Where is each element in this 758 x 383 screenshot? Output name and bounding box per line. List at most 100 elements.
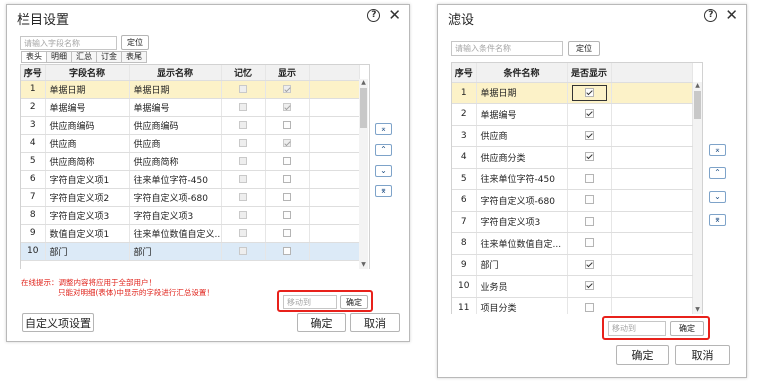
show-checkbox[interactable] bbox=[584, 152, 594, 162]
memory-checkbox[interactable] bbox=[239, 84, 247, 93]
scroll-down-icon[interactable]: ▼ bbox=[693, 306, 702, 314]
ok-button[interactable]: 确定 bbox=[616, 345, 669, 365]
move-top-button[interactable]: ⌅ bbox=[709, 144, 726, 156]
show-checkbox[interactable] bbox=[584, 109, 594, 119]
table-row[interactable]: 6 字符自定义项-680 bbox=[452, 189, 693, 212]
memory-checkbox[interactable] bbox=[239, 138, 247, 147]
show-checkbox[interactable] bbox=[584, 238, 594, 248]
show-checkbox[interactable] bbox=[584, 281, 594, 291]
locate-button[interactable]: 定位 bbox=[121, 35, 149, 50]
tab-header[interactable]: 表头 bbox=[21, 51, 47, 63]
field-search-input[interactable] bbox=[20, 36, 117, 50]
table-row[interactable]: 5 供应商简称 供应商简称 bbox=[21, 152, 360, 171]
locate-button[interactable]: 定位 bbox=[568, 41, 600, 56]
cancel-button[interactable]: 取消 bbox=[675, 345, 730, 365]
show-checkbox[interactable] bbox=[283, 84, 291, 93]
table-row[interactable]: 11 项目分类 bbox=[452, 297, 693, 314]
show-checkbox[interactable] bbox=[584, 87, 594, 97]
help-icon[interactable]: ? bbox=[367, 8, 381, 22]
memory-checkbox[interactable] bbox=[239, 174, 247, 183]
table-row[interactable]: 7 字符自定义项2 字符自定义项-680 bbox=[21, 188, 360, 207]
table-row[interactable]: 5 往来单位字符-450 bbox=[452, 168, 693, 190]
display-name-cell[interactable]: 往来单位字符-450 bbox=[129, 170, 222, 189]
display-name-cell[interactable]: 供应商编码 bbox=[129, 116, 222, 135]
move-confirm-button[interactable]: 确定 bbox=[670, 321, 704, 336]
table-row[interactable]: 1 单据日期 bbox=[452, 82, 693, 104]
move-down-button[interactable]: ⌄ bbox=[375, 165, 392, 177]
field-table-scrollbar[interactable]: ▲ ▼ bbox=[359, 79, 368, 269]
move-bottom-button[interactable]: ⌆ bbox=[375, 185, 392, 197]
show-checkbox[interactable] bbox=[283, 156, 291, 165]
display-name-cell[interactable]: 部门 bbox=[129, 242, 222, 261]
table-row[interactable]: 7 字符自定义项3 bbox=[452, 211, 693, 233]
tab-detail[interactable]: 明细 bbox=[46, 51, 72, 63]
scroll-thumb[interactable] bbox=[694, 91, 701, 119]
table-row[interactable]: 2 单据编号 单据编号 bbox=[21, 98, 360, 117]
move-to-input[interactable] bbox=[608, 321, 666, 336]
show-checkbox[interactable] bbox=[283, 192, 291, 201]
memory-checkbox[interactable] bbox=[239, 192, 247, 201]
tab-summary[interactable]: 汇总 bbox=[71, 51, 97, 63]
display-name-cell[interactable]: 字符自定义项-680 bbox=[129, 188, 222, 207]
memory-checkbox[interactable] bbox=[239, 120, 247, 129]
memory-checkbox[interactable] bbox=[239, 210, 247, 219]
table-row[interactable]: 6 字符自定义项1 往来单位字符-450 bbox=[21, 170, 360, 189]
close-icon[interactable]: ✕ bbox=[725, 8, 738, 23]
table-row[interactable]: 3 供应商 bbox=[452, 125, 693, 147]
scroll-up-icon[interactable]: ▲ bbox=[693, 82, 702, 90]
display-name-cell[interactable]: 字符自定义项3 bbox=[129, 206, 222, 225]
table-row[interactable]: 4 供应商分类 bbox=[452, 146, 693, 169]
display-name-cell[interactable]: 供应商简称 bbox=[129, 152, 222, 171]
memory-checkbox[interactable] bbox=[239, 102, 247, 111]
custom-item-settings-button[interactable]: 自定义项设置 bbox=[22, 313, 94, 332]
condition-search-input[interactable] bbox=[451, 41, 563, 56]
show-checkbox[interactable] bbox=[584, 259, 594, 269]
table-row[interactable]: 2 单据编号 bbox=[452, 103, 693, 126]
scroll-thumb[interactable] bbox=[360, 88, 367, 128]
show-checkbox[interactable] bbox=[283, 102, 291, 111]
show-checkbox[interactable] bbox=[283, 174, 291, 183]
table-row[interactable]: 1 单据日期 单据日期 bbox=[21, 80, 360, 99]
show-checkbox[interactable] bbox=[283, 120, 291, 129]
show-checkbox[interactable] bbox=[283, 246, 291, 255]
move-down-button[interactable]: ⌄ bbox=[709, 191, 726, 203]
move-up-button[interactable]: ⌃ bbox=[709, 167, 726, 179]
table-row[interactable]: 4 供应商 供应商 bbox=[21, 134, 360, 153]
condition-table-scrollbar[interactable]: ▲ ▼ bbox=[693, 82, 702, 314]
display-name-cell[interactable]: 供应商 bbox=[129, 134, 222, 153]
show-checkbox[interactable] bbox=[584, 173, 594, 183]
scroll-up-icon[interactable]: ▲ bbox=[359, 79, 368, 87]
table-row[interactable]: 9 部门 bbox=[452, 254, 693, 276]
move-confirm-button[interactable]: 确定 bbox=[340, 295, 368, 309]
table-row[interactable]: 10 部门 部门 bbox=[21, 242, 360, 261]
show-checkbox[interactable] bbox=[283, 138, 291, 147]
move-top-button[interactable]: ⌅ bbox=[375, 123, 392, 135]
table-row[interactable]: 8 往来单位数值自定... bbox=[452, 232, 693, 255]
display-name-cell[interactable]: 单据编号 bbox=[129, 98, 222, 117]
display-name-cell[interactable]: 往来单位数值自定义... bbox=[129, 224, 222, 243]
display-name-cell[interactable]: 单据日期 bbox=[129, 80, 222, 99]
table-row[interactable]: 9 数值自定义项1 往来单位数值自定义... bbox=[21, 224, 360, 243]
ok-button[interactable]: 确定 bbox=[297, 313, 346, 332]
show-checkbox[interactable] bbox=[584, 195, 594, 205]
cancel-button[interactable]: 取消 bbox=[350, 313, 400, 332]
memory-checkbox[interactable] bbox=[239, 228, 247, 237]
move-bottom-button[interactable]: ⌆ bbox=[709, 214, 726, 226]
table-row[interactable]: 3 供应商编码 供应商编码 bbox=[21, 116, 360, 135]
table-row[interactable]: 8 字符自定义项3 字符自定义项3 bbox=[21, 206, 360, 225]
memory-checkbox[interactable] bbox=[239, 246, 247, 255]
table-row[interactable]: 10 业务员 bbox=[452, 275, 693, 298]
memory-checkbox[interactable] bbox=[239, 156, 247, 165]
close-icon[interactable]: ✕ bbox=[388, 8, 401, 23]
move-up-button[interactable]: ⌃ bbox=[375, 144, 392, 156]
scroll-down-icon[interactable]: ▼ bbox=[359, 261, 368, 269]
tab-deposit[interactable]: 订金 bbox=[96, 51, 122, 63]
show-checkbox[interactable] bbox=[584, 216, 594, 226]
show-checkbox[interactable] bbox=[584, 302, 594, 312]
tab-footer[interactable]: 表尾 bbox=[121, 51, 147, 63]
show-checkbox[interactable] bbox=[283, 228, 291, 237]
show-checkbox[interactable] bbox=[584, 130, 594, 140]
help-icon[interactable]: ? bbox=[704, 8, 718, 22]
move-to-input[interactable] bbox=[283, 295, 337, 309]
show-checkbox[interactable] bbox=[283, 210, 291, 219]
